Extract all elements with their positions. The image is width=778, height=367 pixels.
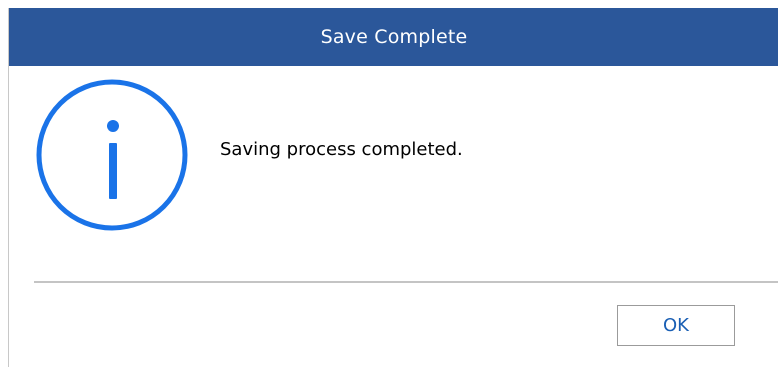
dialog-divider bbox=[34, 281, 778, 283]
save-complete-dialog: Save Complete Saving process completed. … bbox=[8, 8, 778, 367]
ok-button[interactable]: OK bbox=[617, 305, 735, 346]
info-icon bbox=[36, 79, 188, 231]
dialog-message: Saving process completed. bbox=[220, 139, 463, 160]
dialog-titlebar: Save Complete bbox=[9, 8, 778, 66]
dialog-title: Save Complete bbox=[320, 26, 468, 48]
